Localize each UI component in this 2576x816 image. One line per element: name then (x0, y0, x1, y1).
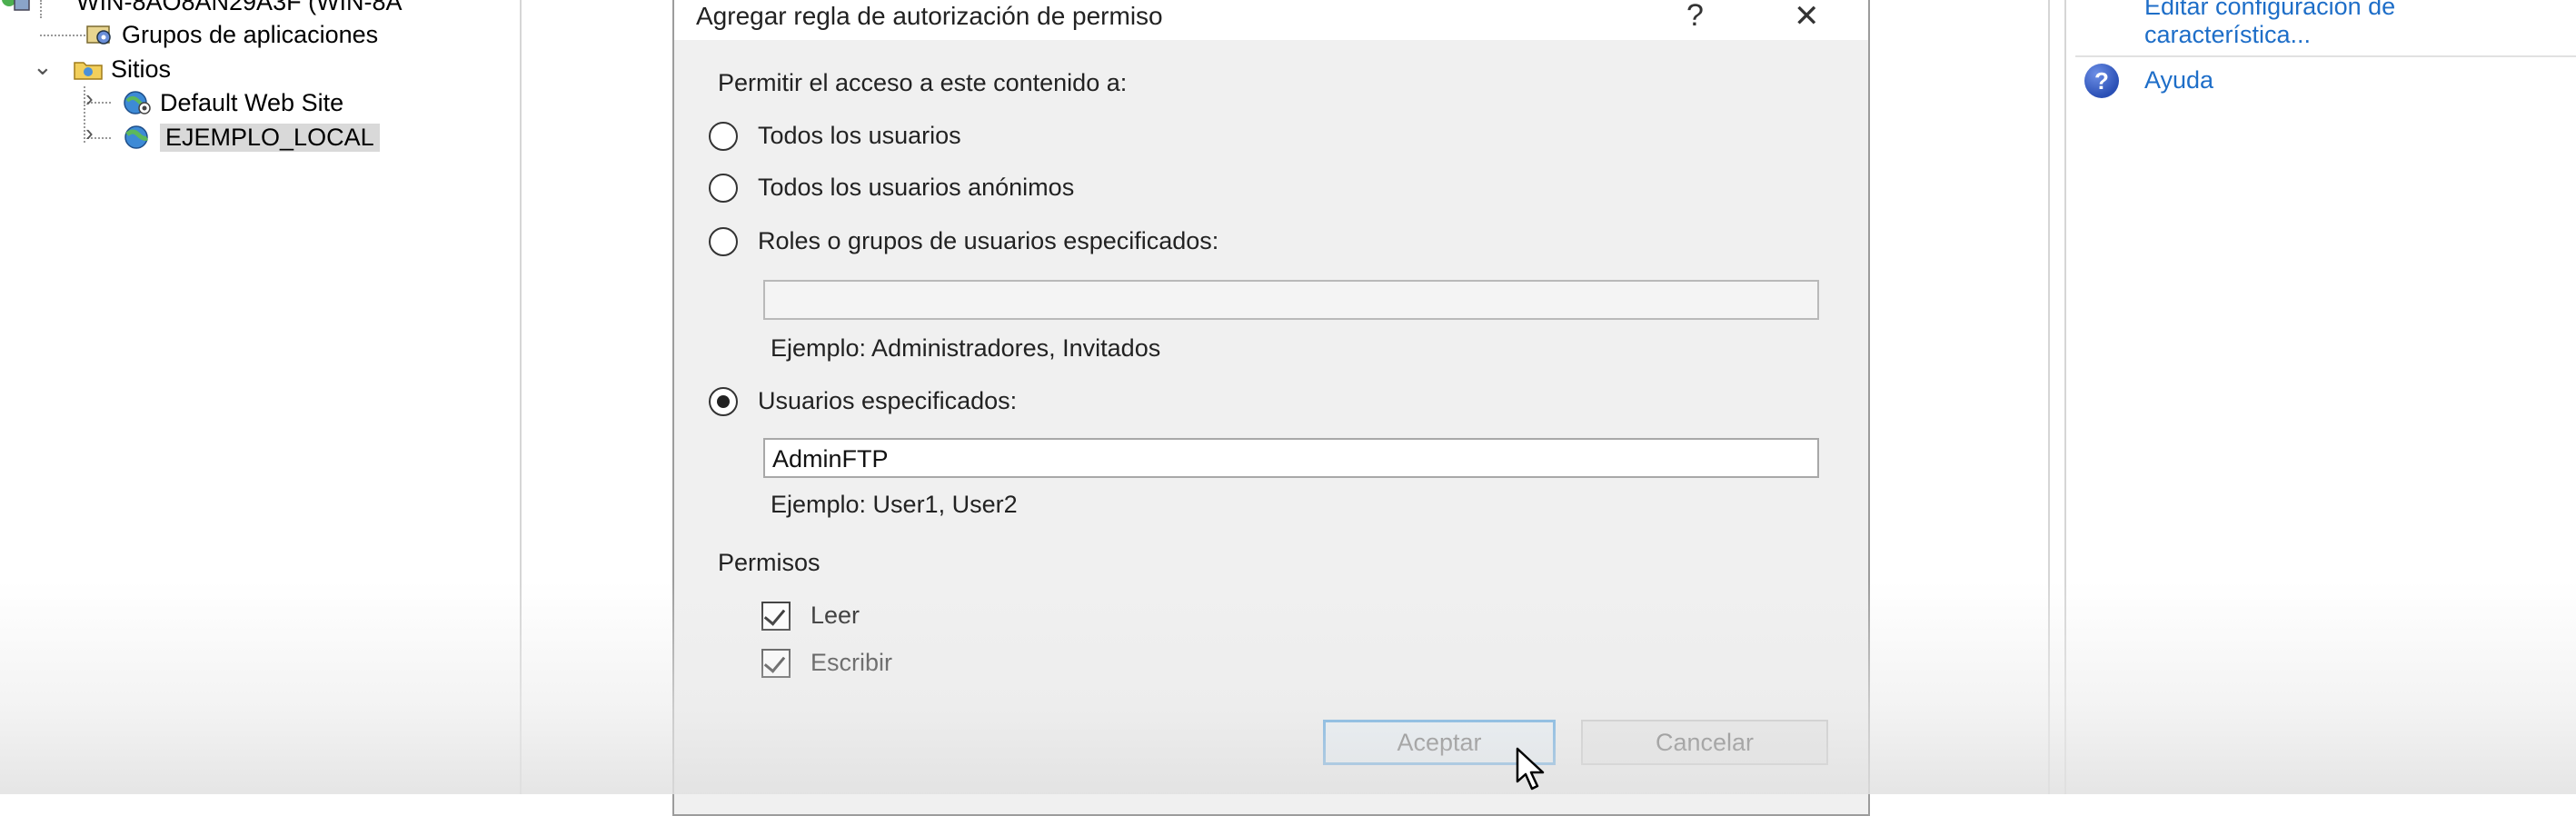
tree-node-label: Grupos de aplicaciones (122, 20, 379, 48)
edit-feature-settings-link[interactable]: Editar configuración de característica..… (2144, 0, 2395, 49)
dialog-titlebar: Agregar regla de autorización de permiso… (674, 0, 1868, 40)
globe-icon (122, 124, 153, 151)
dialog-title: Agregar regla de autorización de permiso (696, 2, 1163, 30)
radio-roles-groups-label[interactable]: Roles o grupos de usuarios especificados… (758, 227, 1218, 255)
tree-node-label: EJEMPLO_LOCAL (160, 123, 380, 152)
help-link[interactable]: Ayuda (2144, 66, 2213, 95)
roles-input[interactable] (763, 280, 1819, 320)
tree-node-server[interactable]: WIN-8AO8AN29A3F (WIN-8A (0, 0, 403, 18)
read-checkbox[interactable] (761, 602, 791, 631)
tree-connector (40, 35, 85, 36)
connections-tree-pane: WIN-8AO8AN29A3F (WIN-8A Grupos de aplica… (0, 0, 476, 794)
chevron-right-icon[interactable]: › (85, 119, 94, 147)
radio-specified-users-label[interactable]: Usuarios especificados: (758, 387, 1017, 415)
help-icon: ? (2084, 64, 2119, 98)
tree-node-default-web-site[interactable]: › Default Web Site (85, 85, 344, 119)
link-text-line: característica... (2144, 21, 2312, 48)
users-example-text: Ejemplo: User1, User2 (771, 491, 1018, 518)
radio-specified-users[interactable] (709, 387, 738, 416)
cancel-button[interactable]: Cancelar (1581, 720, 1828, 765)
checkmark-icon (763, 651, 786, 673)
radio-all-users-label[interactable]: Todos los usuarios (758, 122, 961, 150)
server-icon (0, 0, 31, 15)
read-checkbox-label[interactable]: Leer (811, 602, 860, 630)
globe-icon (122, 89, 153, 116)
access-label: Permitir el acceso a este contenido a: (718, 69, 1128, 96)
actions-pane: Editar configuración de característica..… (2064, 0, 2576, 794)
tree-node-sites[interactable]: ⌄ Sitios (33, 53, 171, 85)
radio-anonymous-users-label[interactable]: Todos los usuarios anónimos (758, 174, 1074, 202)
radio-anonymous-users[interactable] (709, 174, 738, 203)
features-view-edge (1865, 0, 2050, 794)
actions-separator (2075, 55, 2576, 57)
users-input[interactable]: AdminFTP (763, 438, 1819, 478)
chevron-down-icon[interactable]: ⌄ (33, 53, 53, 81)
tree-node-label: Default Web Site (160, 88, 344, 116)
link-text-line: Editar configuración de (2144, 0, 2396, 20)
chevron-right-icon[interactable]: › (85, 85, 94, 113)
tree-node-label: WIN-8AO8AN29A3F (WIN-8A (76, 0, 403, 15)
tree-node-ejemplo-local[interactable]: › EJEMPLO_LOCAL (85, 119, 380, 154)
radio-roles-groups[interactable] (709, 227, 738, 256)
app-pools-icon (84, 21, 114, 48)
tree-node-label: Sitios (111, 55, 172, 83)
checkmark-icon (763, 603, 786, 626)
folder-sites-icon (73, 55, 104, 83)
features-view-edge (474, 0, 522, 794)
permissions-label: Permisos (718, 549, 821, 576)
add-allow-rule-dialog: Agregar regla de autorización de permiso… (672, 0, 1870, 816)
tree-node-app-pools[interactable]: Grupos de aplicaciones (84, 18, 378, 51)
close-icon[interactable]: ✕ (1794, 0, 1820, 35)
mouse-cursor-icon (1516, 747, 1545, 791)
write-checkbox-label[interactable]: Escribir (811, 649, 892, 677)
roles-example-text: Ejemplo: Administradores, Invitados (771, 334, 1161, 362)
help-button[interactable]: ? (1686, 0, 1704, 34)
write-checkbox[interactable] (761, 649, 791, 678)
radio-all-users[interactable] (709, 122, 738, 151)
